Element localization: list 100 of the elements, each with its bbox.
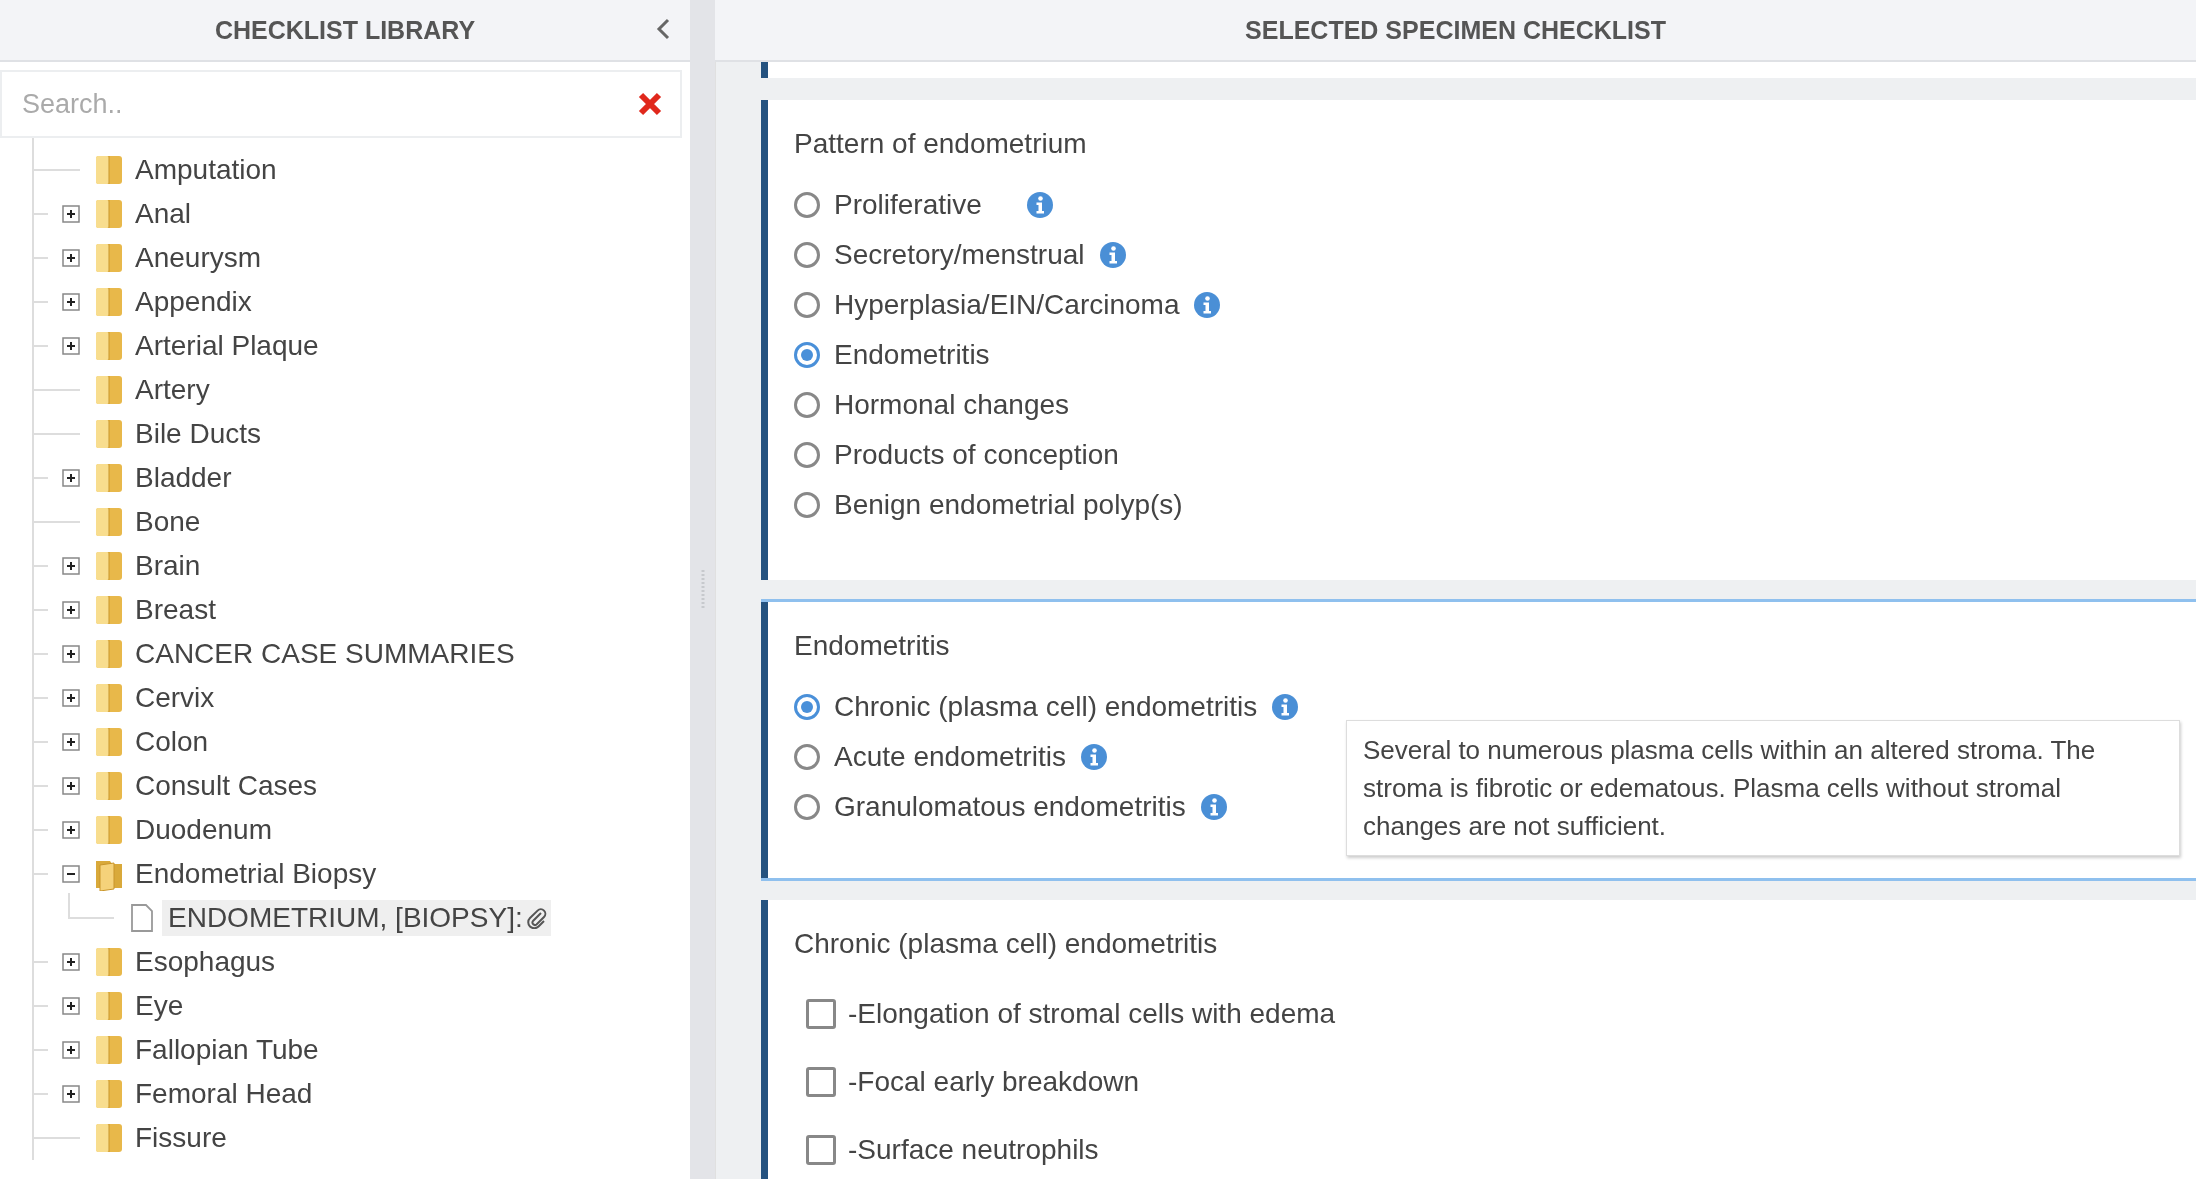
tree-item[interactable]: Endometrial Biopsy xyxy=(34,852,690,896)
radio-button[interactable] xyxy=(794,442,820,468)
tree-item[interactable]: Breast xyxy=(34,588,690,632)
option-label: Granulomatous endometritis xyxy=(834,791,1186,823)
tree-item[interactable]: Arterial Plaque xyxy=(34,324,690,368)
folder-icon xyxy=(94,549,124,583)
expand-icon[interactable] xyxy=(62,777,80,795)
info-icon[interactable] xyxy=(1193,291,1222,319)
option-label: Chronic (plasma cell) endometritis xyxy=(834,691,1258,723)
radio-button[interactable] xyxy=(794,744,820,770)
expand-icon[interactable] xyxy=(62,689,80,707)
expand-icon[interactable] xyxy=(62,293,80,311)
expand-icon[interactable] xyxy=(62,953,80,971)
tree-item-label: Cervix xyxy=(135,682,215,714)
folder-icon xyxy=(94,989,124,1023)
tree-item[interactable]: Duodenum xyxy=(34,808,690,852)
tree-item[interactable]: ENDOMETRIUM, [BIOPSY]: xyxy=(162,900,551,936)
tree-item[interactable]: Fissure xyxy=(34,1116,690,1160)
tree-item[interactable]: Anal xyxy=(34,192,690,236)
option-label: Benign endometrial polyp(s) xyxy=(834,489,1183,521)
tree-item-label: Esophagus xyxy=(135,946,276,978)
tree-item-label: Duodenum xyxy=(135,814,272,846)
tree-item-label: Artery xyxy=(135,374,210,406)
tree-item[interactable]: Bile Ducts xyxy=(34,412,690,456)
expand-icon[interactable] xyxy=(62,557,80,575)
tree-item-label: Amputation xyxy=(135,154,277,186)
folder-icon xyxy=(94,241,124,275)
search-field[interactable]: Search.. xyxy=(0,70,682,138)
checkbox[interactable] xyxy=(806,1067,836,1097)
tree-item[interactable]: Appendix xyxy=(34,280,690,324)
option-label: Hyperplasia/EIN/Carcinoma xyxy=(834,289,1180,321)
expand-icon[interactable] xyxy=(62,645,80,663)
folder-icon xyxy=(94,373,124,407)
tree-item[interactable]: Cervix xyxy=(34,676,690,720)
option-label: Hormonal changes xyxy=(834,389,1070,421)
tree-item-label: Aneurysm xyxy=(135,242,262,274)
tree-item-label: Bladder xyxy=(135,462,232,494)
radio-button[interactable] xyxy=(794,342,820,368)
folder-icon xyxy=(94,329,124,363)
expand-icon[interactable] xyxy=(62,1041,80,1059)
tree-item-label: Eye xyxy=(135,990,184,1022)
radio-button[interactable] xyxy=(794,192,820,218)
info-icon[interactable] xyxy=(1025,191,1054,219)
tree-item[interactable]: Consult Cases xyxy=(34,764,690,808)
folder-icon xyxy=(94,1121,124,1155)
expand-icon[interactable] xyxy=(62,733,80,751)
expand-icon[interactable] xyxy=(62,249,80,267)
expand-icon[interactable] xyxy=(62,821,80,839)
folder-icon xyxy=(94,1077,124,1111)
expand-icon[interactable] xyxy=(62,469,80,487)
clear-icon[interactable] xyxy=(638,92,662,116)
radio-button[interactable] xyxy=(794,694,820,720)
collapse-icon[interactable] xyxy=(62,865,80,883)
expand-icon[interactable] xyxy=(62,205,80,223)
tree-item[interactable]: Eye xyxy=(34,984,690,1028)
tree-item-label: Consult Cases xyxy=(135,770,318,802)
tree-item[interactable]: CANCER CASE SUMMARIES xyxy=(34,632,690,676)
checkbox[interactable] xyxy=(806,999,836,1029)
radio-button[interactable] xyxy=(794,392,820,418)
radio-button[interactable] xyxy=(794,292,820,318)
tree-item[interactable]: Bone xyxy=(34,500,690,544)
tree-item[interactable]: Artery xyxy=(34,368,690,412)
radio-button[interactable] xyxy=(794,242,820,268)
tree-item[interactable]: Bladder xyxy=(34,456,690,500)
info-icon[interactable] xyxy=(1199,793,1228,821)
tree-connector-line xyxy=(68,893,114,919)
splitter-grip-icon[interactable] xyxy=(700,569,705,610)
option-label: Products of conception xyxy=(834,439,1119,471)
expand-icon[interactable] xyxy=(62,997,80,1015)
tree-item[interactable]: Fallopian Tube xyxy=(34,1028,690,1072)
radio-button[interactable] xyxy=(794,492,820,518)
tree-item-label: Bile Ducts xyxy=(135,418,262,450)
tree-item[interactable]: Brain xyxy=(34,544,690,588)
info-icon[interactable] xyxy=(1079,743,1108,771)
tree-item-label: Fallopian Tube xyxy=(135,1034,319,1066)
tree-item[interactable]: Femoral Head xyxy=(34,1072,690,1116)
info-icon[interactable] xyxy=(1098,241,1127,269)
tree-item-label: Colon xyxy=(135,726,209,758)
radio-button[interactable] xyxy=(794,794,820,820)
folder-icon xyxy=(94,593,124,627)
expand-icon[interactable] xyxy=(62,601,80,619)
folder-icon xyxy=(94,725,124,759)
folder-icon xyxy=(94,637,124,671)
expand-icon[interactable] xyxy=(62,337,80,355)
folder-icon xyxy=(94,813,124,847)
tree-item-label: Femoral Head xyxy=(135,1078,313,1110)
tree-item[interactable]: Amputation xyxy=(34,148,690,192)
option-label: Proliferative xyxy=(834,189,982,221)
folder-icon xyxy=(94,769,124,803)
tree-item[interactable]: Colon xyxy=(34,720,690,764)
folder-icon xyxy=(94,681,124,715)
collapse-chevron-icon[interactable] xyxy=(656,18,670,40)
option-label: Acute endometritis xyxy=(834,741,1066,773)
option-label: -Elongation of stromal cells with edema xyxy=(848,998,1336,1030)
expand-icon[interactable] xyxy=(62,1085,80,1103)
folder-icon xyxy=(94,417,124,451)
checkbox[interactable] xyxy=(806,1135,836,1165)
info-icon[interactable] xyxy=(1271,693,1300,721)
tree-item[interactable]: Esophagus xyxy=(34,940,690,984)
tree-item[interactable]: Aneurysm xyxy=(34,236,690,280)
